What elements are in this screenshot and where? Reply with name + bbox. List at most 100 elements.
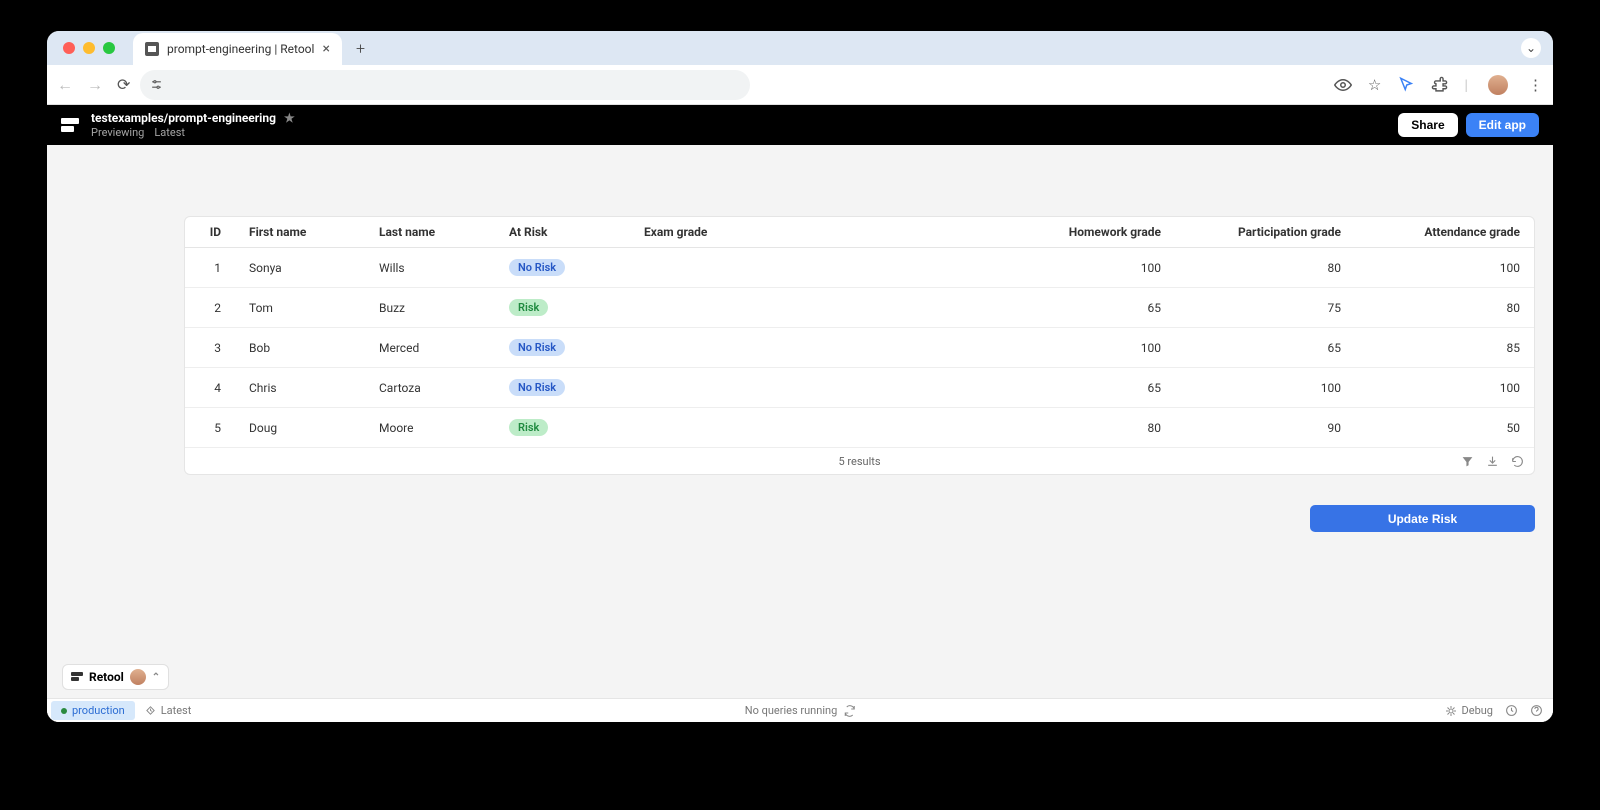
header-participation-grade[interactable]: Participation grade	[1175, 217, 1355, 248]
header-homework-grade[interactable]: Homework grade	[880, 217, 1175, 248]
header-at-risk[interactable]: At Risk	[495, 217, 630, 248]
results-count: 5 results	[838, 455, 880, 468]
back-icon[interactable]: ←	[57, 75, 73, 95]
star-icon[interactable]: ☆	[1368, 76, 1381, 94]
header-last-name[interactable]: Last name	[365, 217, 495, 248]
browser-toolbar: ← → ⟳ ☆ | ⋮	[47, 65, 1553, 105]
window-controls	[63, 42, 115, 54]
cell-homework: 65	[880, 368, 1175, 408]
download-icon[interactable]	[1486, 455, 1499, 468]
status-bar: production Latest No queries running Deb…	[47, 698, 1553, 722]
previewing-label: Previewing	[91, 126, 144, 139]
cell-exam	[630, 328, 880, 368]
new-tab-button[interactable]: +	[356, 39, 365, 58]
version-tag[interactable]: Latest	[145, 704, 192, 717]
table-row[interactable]: 1SonyaWillsNo Risk 10080100	[185, 248, 1534, 288]
edit-app-button[interactable]: Edit app	[1466, 113, 1539, 137]
cell-at-risk: Risk	[495, 408, 630, 448]
retool-chip-label: Retool	[89, 670, 124, 684]
cell-participation: 100	[1175, 368, 1355, 408]
cell-participation: 75	[1175, 288, 1355, 328]
maximize-window-icon[interactable]	[103, 42, 115, 54]
help-icon[interactable]	[1530, 704, 1543, 717]
cell-attendance: 80	[1355, 288, 1534, 328]
minimize-window-icon[interactable]	[83, 42, 95, 54]
cell-first-name: Chris	[235, 368, 365, 408]
header-attendance-grade[interactable]: Attendance grade	[1355, 217, 1534, 248]
close-tab-icon[interactable]: ×	[322, 42, 329, 56]
cell-attendance: 50	[1355, 408, 1534, 448]
eye-icon[interactable]	[1334, 76, 1352, 94]
version-label[interactable]: Latest	[154, 126, 185, 139]
browser-tabstrip: prompt-engineering | Retool × + ⌄	[47, 31, 1553, 65]
query-status-label: No queries running	[745, 704, 838, 717]
table-header-row: ID First name Last name At Risk Exam gra…	[185, 217, 1534, 248]
cell-last-name: Buzz	[365, 288, 495, 328]
refresh-icon[interactable]	[1511, 455, 1524, 468]
cell-at-risk: Risk	[495, 288, 630, 328]
cell-first-name: Doug	[235, 408, 365, 448]
table-row[interactable]: 3BobMercedNo Risk1006585	[185, 328, 1534, 368]
share-button[interactable]: Share	[1398, 113, 1457, 137]
browser-window: prompt-engineering | Retool × + ⌄ ← → ⟳ …	[47, 31, 1553, 722]
cell-attendance: 100	[1355, 248, 1534, 288]
cell-homework: 65	[880, 288, 1175, 328]
sync-icon[interactable]	[843, 705, 855, 717]
site-settings-icon[interactable]	[150, 78, 163, 91]
tab-title: prompt-engineering | Retool	[167, 42, 314, 56]
cell-at-risk: No Risk	[495, 248, 630, 288]
table-row[interactable]: 2TomBuzz Risk 657580	[185, 288, 1534, 328]
cell-first-name: Tom	[235, 288, 365, 328]
app-canvas: ID First name Last name At Risk Exam gra…	[47, 145, 1553, 722]
environment-pill[interactable]: production	[51, 701, 135, 720]
profile-avatar[interactable]	[1488, 75, 1508, 95]
cell-homework: 100	[880, 328, 1175, 368]
forward-icon[interactable]: →	[87, 75, 103, 95]
retool-logo-icon	[71, 672, 83, 682]
cell-attendance: 85	[1355, 328, 1534, 368]
cell-exam	[630, 248, 880, 288]
cell-last-name: Merced	[365, 328, 495, 368]
cell-participation: 65	[1175, 328, 1355, 368]
risk-pill: Risk	[509, 299, 548, 316]
extensions-icon[interactable]	[1431, 76, 1448, 93]
cursor-click-icon[interactable]	[1397, 76, 1415, 94]
retool-logo-icon[interactable]	[61, 118, 79, 132]
favorite-star-icon[interactable]: ★	[284, 111, 295, 125]
cell-id: 4	[185, 368, 235, 408]
header-exam-grade[interactable]: Exam grade	[630, 217, 880, 248]
cell-id: 1	[185, 248, 235, 288]
cell-participation: 90	[1175, 408, 1355, 448]
table-row[interactable]: 4ChrisCartozaNo Risk65100100	[185, 368, 1534, 408]
address-bar[interactable]	[140, 70, 750, 100]
filter-icon[interactable]	[1461, 455, 1474, 468]
cell-first-name: Sonya	[235, 248, 365, 288]
retool-appbar: testexamples/prompt-engineering ★ Previe…	[47, 105, 1553, 145]
app-path: testexamples/prompt-engineering	[91, 111, 276, 125]
cell-homework: 100	[880, 248, 1175, 288]
table-footer: 5 results	[185, 448, 1534, 474]
risk-pill: No Risk	[509, 379, 565, 396]
cell-participation: 80	[1175, 248, 1355, 288]
cell-exam	[630, 368, 880, 408]
table-row[interactable]: 5DougMooreRisk809050	[185, 408, 1534, 448]
more-menu-icon[interactable]: ⋮	[1528, 76, 1543, 94]
update-risk-button[interactable]: Update Risk	[1310, 505, 1535, 532]
cell-at-risk: No Risk	[495, 328, 630, 368]
cell-homework: 80	[880, 408, 1175, 448]
tabs-dropdown-icon[interactable]: ⌄	[1521, 38, 1541, 58]
history-icon[interactable]	[1505, 704, 1518, 717]
cell-id: 2	[185, 288, 235, 328]
cell-last-name: Wills	[365, 248, 495, 288]
close-window-icon[interactable]	[63, 42, 75, 54]
reload-icon[interactable]: ⟳	[117, 75, 130, 94]
browser-tab[interactable]: prompt-engineering | Retool ×	[133, 33, 342, 65]
risk-pill: No Risk	[509, 339, 565, 356]
cell-exam	[630, 288, 880, 328]
header-first-name[interactable]: First name	[235, 217, 365, 248]
retool-chip[interactable]: Retool ⌃	[62, 664, 169, 690]
chevron-up-icon: ⌃	[152, 672, 160, 683]
debug-button[interactable]: Debug	[1445, 704, 1493, 717]
header-id[interactable]: ID	[185, 217, 235, 248]
cell-id: 3	[185, 328, 235, 368]
